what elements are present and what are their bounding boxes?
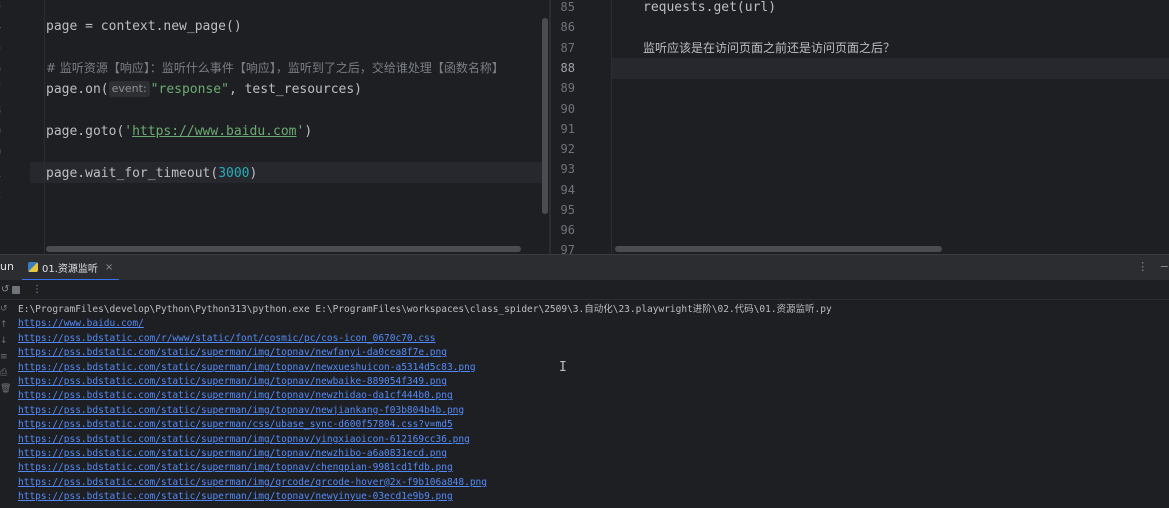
console-url-link[interactable]: https://pss.bdstatic.com/static/superman… [18,447,1158,461]
code-line-comment[interactable]: # 监听资源【响应】：监听什么事件【响应】，监听到了之后，交给谁处理【函数名称】 [46,58,504,79]
code-line-requests[interactable]: requests.get(url) [643,0,776,18]
console-url-link[interactable]: https://pss.bdstatic.com/static/superman… [18,404,1158,418]
line-number: 96 [560,223,575,237]
console-url-link[interactable]: https://www.baidu.com/ [18,317,1158,331]
console-url-link[interactable]: https://pss.bdstatic.com/static/superman… [18,418,1158,432]
line-number: 2 [0,184,30,205]
run-side-toolbar: ↺ ↑ ↓ ≡ ⎙ 🗑 [0,300,12,508]
line-number: 5 [0,37,30,58]
line-number: 0 [0,142,30,163]
code-line-question[interactable]: 监听应该是在访问页面之前还是访问页面之后？ [643,38,895,59]
code-text-chinese: 监听应该是在访问页面之前还是访问页面之后？ [643,41,896,55]
parameter-hint: event: [108,81,150,97]
console-url-link[interactable]: https://pss.bdstatic.com/static/superman… [18,433,1158,447]
line-number: 90 [560,102,575,116]
code-text: page.goto( [46,124,125,139]
line-number: 7 [0,79,30,100]
code-line-wait[interactable]: page.wait_for_timeout(3000) [46,163,257,184]
editor-pane-left[interactable]: 3 4 5 6 7 8 9 0 1 2 page = context.new_p… [0,0,550,254]
minimize-icon[interactable]: − [1160,260,1169,273]
soft-wrap-icon[interactable]: ≡ [0,352,8,362]
console-url-link[interactable]: https://pss.bdstatic.com/static/superman… [18,389,1158,403]
stop-icon[interactable] [12,286,20,294]
code-comment: # 监听资源【响应】：监听什么事件【响应】，监听到了之后，交给谁处理【函数名称】 [46,61,504,75]
run-tab[interactable]: 01.资源监听 × [22,255,120,281]
line-number-current: 88 [560,61,575,75]
line-number-gutter: 3 4 5 6 7 8 9 0 1 2 [0,0,30,254]
console-url-link[interactable]: https://pss.bdstatic.com/static/superman… [18,375,1158,389]
rerun-icon[interactable]: ↺ [1,284,9,295]
console-url-link[interactable]: https://pss.bdstatic.com/r/www/static/fo… [18,332,1158,346]
more-options-icon[interactable]: ⋮ [1137,260,1148,273]
code-text: page = context.new_page() [46,19,242,34]
console-url-link[interactable]: https://pss.bdstatic.com/static/superman… [18,346,1158,360]
run-title: un [0,260,14,273]
line-number-gutter: 85 86 87 88 89 90 91 92 93 94 95 96 97 [551,0,611,254]
console-output[interactable]: E:\ProgramFiles\develop\Python\Python313… [18,303,1158,504]
line-number: 6 [0,58,30,79]
horizontal-scrollbar[interactable] [615,246,942,252]
line-number: 9 [0,121,30,142]
horizontal-scrollbar[interactable] [46,246,521,252]
line-number: 92 [560,142,575,156]
run-header: un 01.资源监听 × ⋮ − [0,254,1169,281]
more-options-icon[interactable]: ⋮ [32,284,42,295]
code-number: 3000 [218,166,250,181]
console-url-link[interactable]: https://pss.bdstatic.com/static/superman… [18,361,1158,375]
line-number: 3 [0,0,30,16]
console-command-line: E:\ProgramFiles\develop\Python\Python313… [18,304,832,315]
run-tab-label: 01.资源监听 [42,263,98,275]
line-number: 89 [560,81,575,95]
gutter-divider [611,0,612,254]
code-text: , test_resources) [228,82,363,97]
run-tool-window: un 01.资源监听 × ⋮ − ↺ ⋮ ↺ ↑ ↓ ≡ ⎙ 🗑 E:\Prog… [0,254,1169,508]
run-toolbar: ↺ ⋮ [0,280,1169,300]
code-line-page-on[interactable]: page.on(event: "response", test_resources… [46,79,362,100]
code-text: ) [304,124,313,139]
code-line-new-page[interactable]: page = context.new_page() [46,16,242,37]
console-url-link[interactable]: https://pss.bdstatic.com/static/superman… [18,490,1158,504]
text-cursor-icon: I [559,360,567,375]
code-url-link[interactable]: https://www.baidu.com [132,124,296,139]
line-number: 97 [560,243,575,254]
line-number: 86 [560,20,575,34]
code-string: "response" [150,82,229,97]
vertical-scrollbar[interactable] [542,18,548,214]
run-header-actions: ⋮ − [1129,260,1169,273]
line-number: 94 [560,183,575,197]
scroll-down-icon[interactable]: ↓ [0,336,8,346]
line-number: 87 [560,41,575,55]
console-url-link[interactable]: https://pss.bdstatic.com/static/superman… [18,461,1158,475]
code-text: page.wait_for_timeout( [46,166,219,181]
scroll-up-icon[interactable]: ↑ [0,320,8,330]
console-url-link[interactable]: https://pss.bdstatic.com/static/superman… [18,476,1158,490]
current-line-highlight [611,58,1169,79]
line-number: 93 [560,162,575,176]
trash-icon[interactable]: 🗑 [0,384,11,394]
code-line-goto[interactable]: page.goto('https://www.baidu.com') [46,121,312,142]
line-number: 91 [560,122,575,136]
code-text: requests.get(url) [643,0,777,15]
editor-pane-right[interactable]: 85 86 87 88 89 90 91 92 93 94 95 96 97 r… [551,0,1169,254]
line-number: 4 [0,16,30,37]
code-string: ' [124,124,133,139]
gutter-divider [44,0,45,254]
editor-area: 3 4 5 6 7 8 9 0 1 2 page = context.new_p… [0,0,1169,254]
line-number: 1 [0,163,30,184]
line-number: 8 [0,100,30,121]
line-number: 85 [560,0,575,14]
python-icon [28,262,38,272]
line-number: 95 [560,203,575,217]
code-text: page.on( [46,82,109,97]
rerun-icon[interactable]: ↺ [0,304,8,314]
code-text: ) [249,166,258,181]
close-icon[interactable]: × [105,262,113,273]
print-icon[interactable]: ⎙ [0,368,7,378]
